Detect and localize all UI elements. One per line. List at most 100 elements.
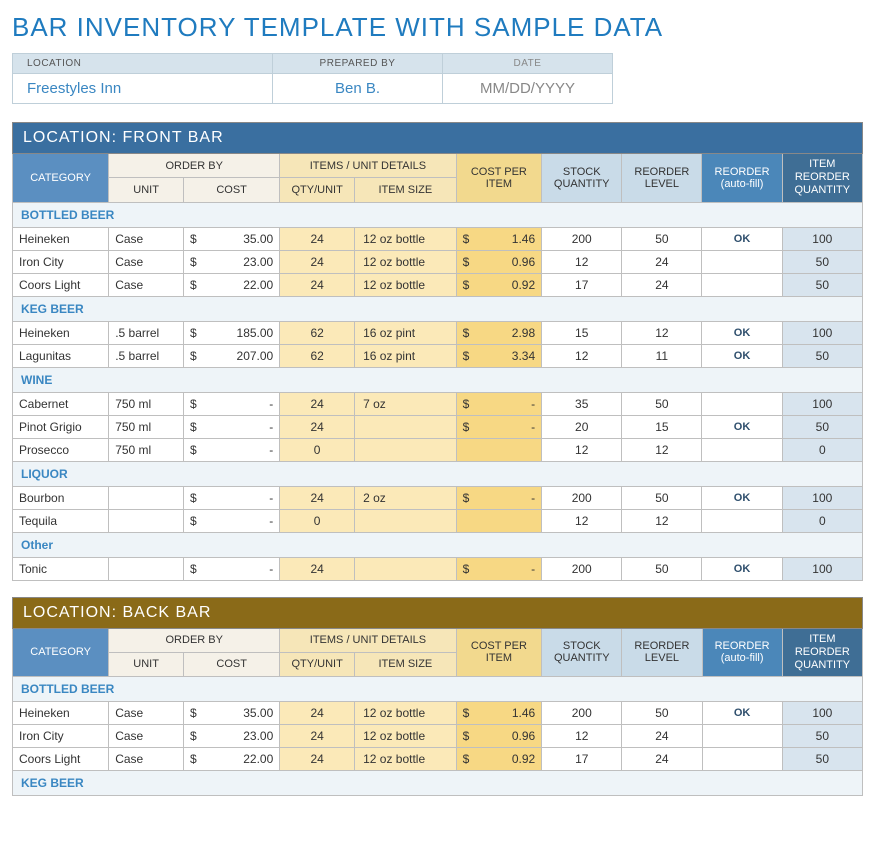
item-size[interactable] xyxy=(355,415,457,438)
item-unit[interactable]: 750 ml xyxy=(109,415,184,438)
item-unit[interactable] xyxy=(109,509,184,532)
reorder-level[interactable]: 24 xyxy=(622,725,702,748)
reorder-level[interactable]: 50 xyxy=(622,486,702,509)
item-qty[interactable]: 24 xyxy=(280,250,355,273)
item-unit[interactable] xyxy=(109,557,184,580)
item-name[interactable]: Cabernet xyxy=(13,392,109,415)
cost-per-item[interactable] xyxy=(456,509,542,532)
item-qty[interactable]: 24 xyxy=(280,392,355,415)
meta-location[interactable]: Freestyles Inn xyxy=(13,74,273,104)
reorder-level[interactable]: 24 xyxy=(622,748,702,771)
item-cost[interactable]: $35.00 xyxy=(184,702,280,725)
cost-per-item[interactable] xyxy=(456,438,542,461)
stock-qty[interactable]: 12 xyxy=(542,250,622,273)
item-name[interactable]: Coors Light xyxy=(13,748,109,771)
cost-per-item[interactable]: $3.34 xyxy=(456,344,542,367)
item-reorder-qty[interactable]: 0 xyxy=(782,438,862,461)
reorder-level[interactable]: 11 xyxy=(622,344,702,367)
reorder-level[interactable]: 12 xyxy=(622,321,702,344)
cost-per-item[interactable]: $- xyxy=(456,415,542,438)
item-reorder-qty[interactable]: 100 xyxy=(782,392,862,415)
meta-prepared[interactable]: Ben B. xyxy=(273,74,443,104)
item-cost[interactable]: $- xyxy=(184,415,280,438)
item-size[interactable]: 16 oz pint xyxy=(355,321,457,344)
item-qty[interactable]: 24 xyxy=(280,486,355,509)
item-name[interactable]: Tonic xyxy=(13,557,109,580)
reorder-level[interactable]: 24 xyxy=(622,250,702,273)
item-size[interactable] xyxy=(355,509,457,532)
item-reorder-qty[interactable]: 0 xyxy=(782,509,862,532)
stock-qty[interactable]: 15 xyxy=(542,321,622,344)
item-unit[interactable]: 750 ml xyxy=(109,438,184,461)
stock-qty[interactable]: 12 xyxy=(542,509,622,532)
item-qty[interactable]: 0 xyxy=(280,509,355,532)
item-qty[interactable]: 24 xyxy=(280,748,355,771)
item-cost[interactable]: $22.00 xyxy=(184,273,280,296)
item-size[interactable]: 12 oz bottle xyxy=(355,748,457,771)
stock-qty[interactable]: 17 xyxy=(542,273,622,296)
item-cost[interactable]: $- xyxy=(184,557,280,580)
item-name[interactable]: Tequila xyxy=(13,509,109,532)
cost-per-item[interactable]: $0.92 xyxy=(456,748,542,771)
item-size[interactable] xyxy=(355,557,457,580)
stock-qty[interactable]: 12 xyxy=(542,725,622,748)
stock-qty[interactable]: 12 xyxy=(542,344,622,367)
cost-per-item[interactable]: $0.96 xyxy=(456,725,542,748)
stock-qty[interactable]: 20 xyxy=(542,415,622,438)
stock-qty[interactable]: 17 xyxy=(542,748,622,771)
reorder-level[interactable]: 12 xyxy=(622,509,702,532)
item-cost[interactable]: $23.00 xyxy=(184,250,280,273)
cost-per-item[interactable]: $0.96 xyxy=(456,250,542,273)
item-reorder-qty[interactable]: 50 xyxy=(782,273,862,296)
item-name[interactable]: Heineken xyxy=(13,227,109,250)
stock-qty[interactable]: 200 xyxy=(542,227,622,250)
item-size[interactable]: 12 oz bottle xyxy=(355,725,457,748)
item-reorder-qty[interactable]: 50 xyxy=(782,415,862,438)
item-qty[interactable]: 24 xyxy=(280,725,355,748)
item-name[interactable]: Coors Light xyxy=(13,273,109,296)
item-unit[interactable]: 750 ml xyxy=(109,392,184,415)
cost-per-item[interactable]: $1.46 xyxy=(456,702,542,725)
item-unit[interactable]: .5 barrel xyxy=(109,321,184,344)
item-reorder-qty[interactable]: 50 xyxy=(782,725,862,748)
stock-qty[interactable]: 200 xyxy=(542,486,622,509)
reorder-level[interactable]: 50 xyxy=(622,702,702,725)
item-cost[interactable]: $- xyxy=(184,438,280,461)
reorder-level[interactable]: 50 xyxy=(622,227,702,250)
item-reorder-qty[interactable]: 50 xyxy=(782,250,862,273)
item-reorder-qty[interactable]: 100 xyxy=(782,321,862,344)
item-cost[interactable]: $- xyxy=(184,392,280,415)
reorder-level[interactable]: 50 xyxy=(622,392,702,415)
item-name[interactable]: Iron City xyxy=(13,250,109,273)
item-unit[interactable]: Case xyxy=(109,725,184,748)
item-name[interactable]: Iron City xyxy=(13,725,109,748)
meta-date[interactable]: MM/DD/YYYY xyxy=(443,74,613,104)
item-reorder-qty[interactable]: 100 xyxy=(782,557,862,580)
item-qty[interactable]: 62 xyxy=(280,321,355,344)
item-reorder-qty[interactable]: 50 xyxy=(782,748,862,771)
item-name[interactable]: Heineken xyxy=(13,702,109,725)
item-qty[interactable]: 24 xyxy=(280,702,355,725)
item-qty[interactable]: 24 xyxy=(280,557,355,580)
item-name[interactable]: Heineken xyxy=(13,321,109,344)
item-unit[interactable]: Case xyxy=(109,273,184,296)
reorder-level[interactable]: 15 xyxy=(622,415,702,438)
reorder-level[interactable]: 24 xyxy=(622,273,702,296)
item-name[interactable]: Bourbon xyxy=(13,486,109,509)
item-reorder-qty[interactable]: 100 xyxy=(782,486,862,509)
reorder-level[interactable]: 50 xyxy=(622,557,702,580)
item-qty[interactable]: 24 xyxy=(280,273,355,296)
item-cost[interactable]: $23.00 xyxy=(184,725,280,748)
stock-qty[interactable]: 200 xyxy=(542,702,622,725)
item-qty[interactable]: 24 xyxy=(280,227,355,250)
cost-per-item[interactable]: $1.46 xyxy=(456,227,542,250)
stock-qty[interactable]: 12 xyxy=(542,438,622,461)
item-size[interactable]: 7 oz xyxy=(355,392,457,415)
item-size[interactable]: 2 oz xyxy=(355,486,457,509)
item-unit[interactable]: Case xyxy=(109,227,184,250)
item-reorder-qty[interactable]: 100 xyxy=(782,227,862,250)
item-cost[interactable]: $- xyxy=(184,486,280,509)
cost-per-item[interactable]: $0.92 xyxy=(456,273,542,296)
item-unit[interactable]: Case xyxy=(109,748,184,771)
item-size[interactable]: 12 oz bottle xyxy=(355,250,457,273)
